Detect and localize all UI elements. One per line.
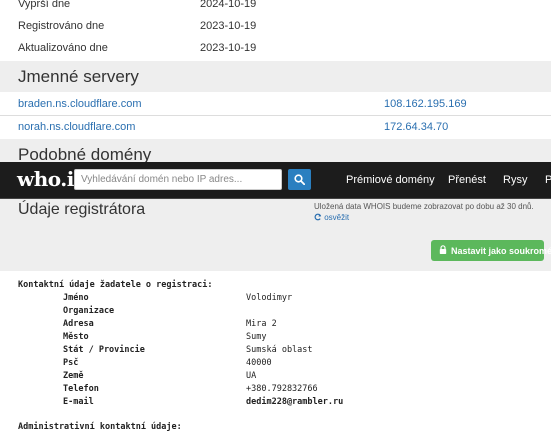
nameserver-ip-link[interactable]: 172.64.34.70 xyxy=(384,121,448,133)
refresh-label: osvěžit xyxy=(324,213,350,222)
refresh-link[interactable]: osvěžit xyxy=(314,213,349,222)
expiry-value: 2024-10-19 xyxy=(200,0,257,10)
registered-label: Registrováno dne xyxy=(18,20,105,32)
whois-raw-data: Kontaktní údaje žadatele o registraci: J… xyxy=(0,271,551,432)
top-navbar: who.is Prémiové domény Přenést Rysy P xyxy=(0,162,551,199)
field-label: Stát / Provincie xyxy=(63,345,145,355)
set-private-label: Nastavit jako soukromé xyxy=(451,246,551,256)
field-value: Sumská oblast xyxy=(246,345,313,355)
updated-label: Aktualizováno dne xyxy=(18,42,108,54)
field-value: 40000 xyxy=(246,358,272,368)
updated-value: 2023-10-19 xyxy=(200,42,257,54)
registered-value: 2023-10-19 xyxy=(200,20,257,32)
field-value: UA xyxy=(246,371,257,381)
registered-row: Registrováno dne 2023-10-19 xyxy=(0,16,551,38)
nav-more[interactable]: P xyxy=(545,174,551,186)
nameservers-title: Jmenné servery xyxy=(18,67,139,86)
search-icon xyxy=(294,174,305,185)
field-value: Mira 2 xyxy=(246,319,277,329)
nameserver-host-link[interactable]: norah.ns.cloudflare.com xyxy=(18,121,135,133)
nav-features[interactable]: Rysy xyxy=(503,174,527,186)
nav-premium-domains[interactable]: Prémiové domény xyxy=(346,174,435,186)
nav-transfer[interactable]: Přenést xyxy=(448,174,486,186)
similar-domains-heading: Podobné domény xyxy=(0,139,551,164)
field-value: +380.792832766 xyxy=(246,384,318,394)
registrant-heading: Kontaktní údaje žadatele o registraci: xyxy=(18,280,213,290)
email-value: dedim228@rambler.ru xyxy=(246,397,344,407)
nameservers-heading: Jmenné servery xyxy=(0,61,551,92)
registrar-title: Údaje registrátora xyxy=(18,201,146,218)
nameserver-row: braden.ns.cloudflare.com 108.162.195.169 xyxy=(0,93,551,115)
field-value: Volodimyr xyxy=(246,293,293,303)
cache-note: Uložená data WHOIS budeme zobrazovat po … xyxy=(314,202,534,211)
field-label: Jméno xyxy=(63,293,89,303)
field-value: Sumy xyxy=(246,332,267,342)
expiry-label: Vyprší dne xyxy=(18,0,71,10)
domain-search-input[interactable] xyxy=(74,169,282,190)
lock-icon xyxy=(439,245,447,254)
nameserver-host-link[interactable]: braden.ns.cloudflare.com xyxy=(18,98,142,110)
registrar-section: Údaje registrátora Uložená data WHOIS bu… xyxy=(0,199,551,271)
nameserver-row: norah.ns.cloudflare.com 172.64.34.70 xyxy=(0,116,551,138)
updated-row: Aktualizováno dne 2023-10-19 xyxy=(0,38,551,60)
search-button[interactable] xyxy=(288,169,311,190)
nameserver-ip-link[interactable]: 108.162.195.169 xyxy=(384,98,467,110)
field-label: Psč xyxy=(63,358,79,368)
field-label: Telefon xyxy=(63,384,99,394)
field-label: Organizace xyxy=(63,306,115,316)
field-label: E-mail xyxy=(63,397,94,407)
field-label: Adresa xyxy=(63,319,94,329)
set-private-button[interactable]: Nastavit jako soukromé xyxy=(431,240,551,261)
refresh-icon xyxy=(314,213,322,221)
expiry-row: Vyprší dne 2024-10-19 xyxy=(0,0,551,16)
field-label: Město xyxy=(63,332,89,342)
field-label: Země xyxy=(63,371,84,381)
